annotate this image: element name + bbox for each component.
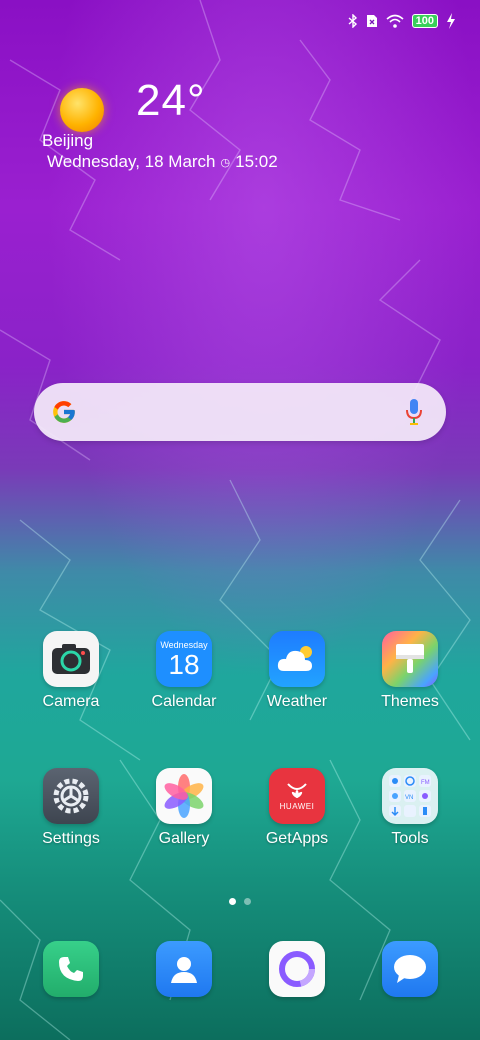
wifi-icon	[386, 14, 404, 28]
huawei-brand-text: HUAWEI	[279, 801, 315, 811]
calendar-icon: Wednesday 18	[156, 631, 212, 687]
svg-text:VN: VN	[405, 795, 413, 801]
app-label: Calendar	[151, 693, 217, 710]
time-text: 15:02	[235, 152, 278, 171]
folder-tools[interactable]: FM VN Tools	[360, 768, 460, 848]
calendar-day-number: 18	[168, 649, 200, 680]
gallery-icon	[156, 768, 212, 824]
charging-icon	[446, 13, 456, 29]
app-themes[interactable]: Themes	[360, 631, 460, 711]
contacts-icon	[156, 941, 212, 997]
browser-icon	[269, 941, 325, 997]
svg-text:FM: FM	[421, 780, 430, 786]
app-settings[interactable]: Settings	[21, 768, 121, 848]
bluetooth-icon	[348, 14, 358, 28]
app-camera[interactable]: Camera	[21, 631, 121, 711]
app-weather[interactable]: Weather	[247, 631, 347, 711]
app-label: Weather	[266, 693, 328, 710]
microphone-icon[interactable]	[404, 398, 424, 426]
messages-icon	[382, 941, 438, 997]
phone-icon	[43, 941, 99, 997]
app-label: GetApps	[265, 830, 329, 847]
app-calendar[interactable]: Wednesday 18 Calendar	[134, 631, 234, 711]
settings-icon	[43, 768, 99, 824]
date-time: Wednesday, 18 March ◷ 15:02	[47, 152, 278, 172]
city-name: Beijing	[42, 131, 94, 150]
sunny-weather-icon	[60, 88, 104, 132]
status-bar: 100	[348, 10, 456, 32]
themes-icon	[382, 631, 438, 687]
app-label: Tools	[391, 830, 429, 847]
app-getapps[interactable]: HUAWEI GetApps	[247, 768, 347, 848]
page-dot-active	[229, 898, 236, 905]
weather-widget[interactable]: 24° Beijing Wednesday, 18 March ◷ 15:02	[42, 70, 342, 180]
app-label: Themes	[381, 693, 439, 710]
weather-icon	[269, 631, 325, 687]
google-search-bar[interactable]	[34, 383, 446, 441]
app-label: Gallery	[158, 830, 210, 847]
alarm-icon: ◷	[220, 156, 231, 169]
no-sim-icon	[366, 14, 378, 28]
tools-folder-icon: FM VN	[382, 768, 438, 824]
app-gallery[interactable]: Gallery	[134, 768, 234, 848]
camera-icon	[43, 631, 99, 687]
app-label: Settings	[42, 830, 100, 847]
google-icon	[53, 401, 75, 423]
dock-contacts[interactable]	[134, 941, 234, 997]
temperature: 24°	[136, 76, 206, 125]
app-label: Camera	[42, 693, 100, 710]
date-text: Wednesday, 18 March	[47, 152, 216, 171]
page-dot	[244, 898, 251, 905]
page-indicator	[0, 898, 480, 905]
dock-browser[interactable]	[247, 941, 347, 997]
dock-messages[interactable]	[360, 941, 460, 997]
battery-icon: 100	[411, 14, 438, 28]
dock-phone[interactable]	[21, 941, 121, 997]
getapps-icon: HUAWEI	[269, 768, 325, 824]
